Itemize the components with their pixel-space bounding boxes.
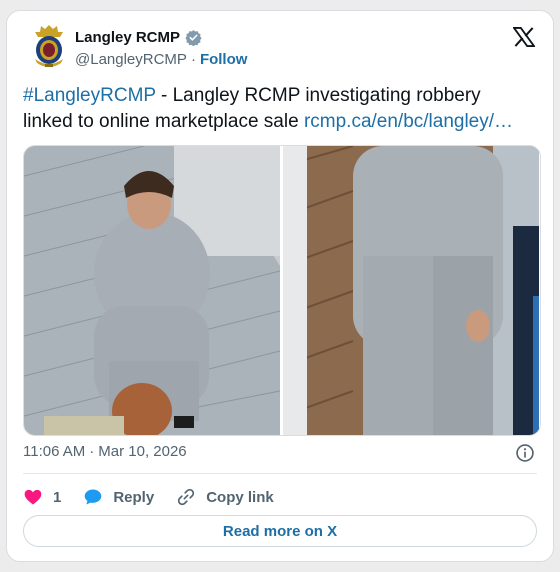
tweet-text-line-1: #LangleyRCMP - Langley RCMP investigatin…	[23, 83, 543, 109]
author-name[interactable]: Langley RCMP	[75, 29, 180, 46]
tweet-text: #LangleyRCMP - Langley RCMP investigatin…	[23, 83, 543, 135]
separator-dot: ·	[190, 51, 196, 68]
author-handle[interactable]: @LangleyRCMP	[75, 51, 187, 68]
tweet-text-part-2: linked to online marketplace sale	[23, 111, 304, 132]
x-logo-icon[interactable]	[513, 27, 535, 47]
follow-link[interactable]: Follow	[200, 51, 248, 68]
external-link[interactable]: rcmp.ca/en/bc/langley/…	[304, 111, 513, 132]
media-photo-2[interactable]	[283, 146, 539, 435]
rcmp-crest-icon[interactable]	[29, 23, 69, 69]
separator-dot: ·	[89, 443, 95, 460]
handle-row: @LangleyRCMP · Follow	[75, 51, 247, 68]
media-photo-1[interactable]	[24, 146, 280, 435]
tweet-card: Langley RCMP @LangleyRCMP · Follow #Lang…	[6, 10, 554, 562]
tweet-text-line-2: linked to online marketplace sale rcmp.c…	[23, 109, 543, 135]
tweet-header: Langley RCMP @LangleyRCMP · Follow	[7, 11, 553, 81]
tweet-date: Mar 10, 2026	[98, 443, 187, 460]
info-icon[interactable]	[515, 443, 535, 463]
tweet-time: 11:06 AM	[23, 443, 86, 460]
copy-link-button[interactable]: Copy link	[176, 487, 274, 507]
link-icon	[178, 488, 195, 506]
like-button[interactable]: 1	[23, 487, 61, 507]
read-more-button[interactable]: Read more on X	[23, 515, 537, 547]
read-more-label: Read more on X	[222, 522, 338, 540]
tweet-text-part-1: - Langley RCMP investigating robbery	[155, 85, 481, 106]
verified-badge-icon	[185, 30, 202, 46]
reply-label: Reply	[113, 488, 155, 506]
heart-icon	[24, 489, 42, 505]
divider	[23, 473, 537, 474]
author-name-row: Langley RCMP	[75, 29, 202, 46]
reply-icon	[85, 489, 102, 505]
tweet-timestamp[interactable]: 11:06 AM · Mar 10, 2026	[23, 443, 187, 460]
like-count: 1	[53, 488, 62, 506]
action-bar: 1 Reply Copy link	[23, 485, 296, 509]
reply-button[interactable]: Reply	[83, 487, 154, 507]
hashtag-link[interactable]: #LangleyRCMP	[23, 85, 156, 106]
copy-link-label: Copy link	[206, 488, 274, 506]
media-gallery	[23, 145, 541, 436]
